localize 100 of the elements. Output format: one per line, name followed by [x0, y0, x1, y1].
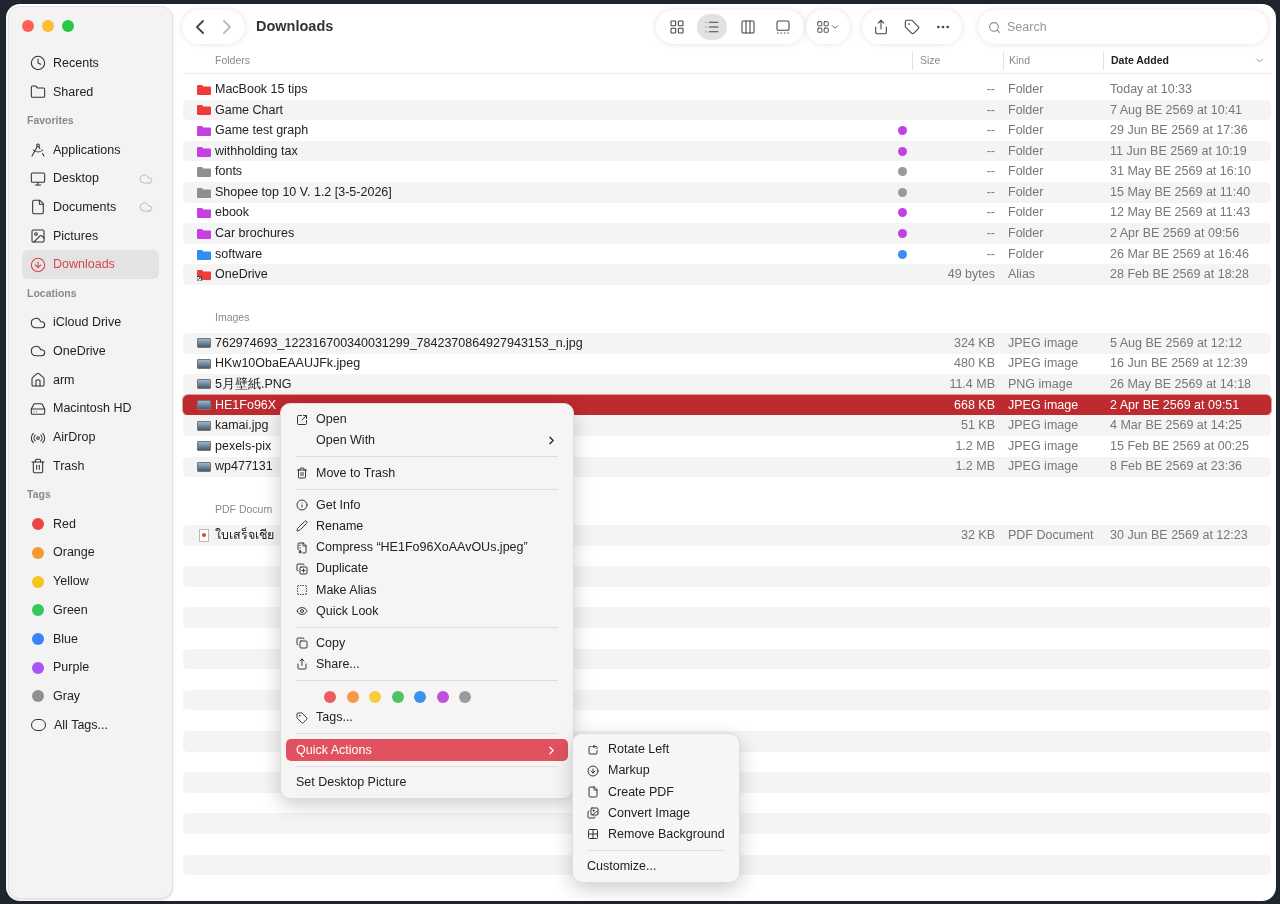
sidebar-item[interactable]: Purple	[22, 653, 159, 682]
file-row[interactable]: withholding tax -- Folder 11 Jun BE 2569 at 10:19	[183, 140, 1271, 162]
file-date: 28 Feb BE 2569 at 18:28	[1110, 267, 1249, 282]
file-row[interactable]: 5月壁紙.PNG 11.4 MB PNG image 26 May BE 2569 at 14:18	[183, 374, 1271, 395]
file-kind: JPEG image	[1008, 397, 1079, 412]
sidebar-item[interactable]: Blue	[22, 624, 159, 654]
file-name: pexels-pix	[215, 437, 272, 455]
sidebar-item[interactable]: Orange	[22, 538, 159, 568]
file-row[interactable]: Shopee top 10 V. 1.2 [3-5-2026] -- Folder 15 May BE 2569 at 11:40	[183, 181, 1271, 203]
menu-item[interactable]: Convert Image	[578, 802, 734, 824]
menu-item[interactable]: Quick Actions	[286, 739, 568, 761]
file-size: --	[986, 101, 995, 119]
file-kind: Folder	[1008, 123, 1044, 138]
section-label: PDF Docum	[215, 502, 273, 518]
sidebar-item[interactable]: Macintosh HD	[22, 394, 159, 424]
sidebar-item[interactable]: iCloud Drive	[22, 308, 159, 338]
file-size: 480 KB	[954, 355, 995, 373]
menu-item[interactable]: Tags...	[286, 707, 568, 729]
file-name: software	[215, 245, 263, 263]
sidebar-item[interactable]: Red	[22, 509, 159, 539]
file-kind: Folder	[1008, 164, 1044, 179]
file-date: 11 Jun BE 2569 at 10:19	[1110, 143, 1247, 158]
file-kind: PDF Document	[1008, 528, 1094, 542]
file-name: ใบเสร็จเชีย	[215, 526, 274, 544]
file-size: --	[986, 204, 995, 222]
file-name: MacBook 15 tips	[215, 80, 308, 98]
file-kind: Folder	[1008, 246, 1044, 261]
menu-item[interactable]: Quick Look	[286, 600, 568, 622]
sidebar-item[interactable]: Documents	[22, 193, 159, 222]
file-size: 1.2 MB	[955, 458, 995, 476]
file-kind: JPEG image	[1008, 335, 1079, 350]
file-kind: JPEG image	[1008, 459, 1079, 474]
file-date: 26 May BE 2569 at 14:18	[1110, 377, 1252, 392]
file-kind: Alias	[1008, 267, 1036, 282]
file-name: ebook	[215, 204, 250, 222]
sidebar-section-label: Tags	[27, 487, 51, 503]
file-row[interactable]: Car brochures -- Folder 2 Apr BE 2569 at 09:56	[183, 223, 1271, 244]
file-kind: Folder	[1008, 226, 1044, 241]
sidebar-item[interactable]: AirDrop	[22, 423, 159, 452]
menu-item[interactable]: Remove Background	[578, 823, 734, 845]
sidebar-item[interactable]: Gray	[22, 681, 159, 711]
file-kind: Folder	[1008, 205, 1044, 220]
file-size: --	[986, 225, 995, 243]
file-date: 2 Apr BE 2569 at 09:51	[1110, 397, 1240, 412]
column-header[interactable]: Kind	[1003, 51, 1103, 70]
file-row[interactable]: OneDrive 49 bytes Alias 28 Feb BE 2569 at 18:28	[183, 264, 1271, 285]
file-date: 8 Feb BE 2569 at 23:36	[1110, 459, 1243, 474]
file-row[interactable]: 762974693_122316700340031299_7842370864927943153_n.jpg 324 KB JPEG image 5 Aug BE 2569 at 12:12	[183, 332, 1271, 354]
sidebar-item[interactable]: OneDrive	[22, 337, 159, 366]
file-kind: Folder	[1008, 143, 1044, 158]
file-date: 7 Aug BE 2569 at 10:41	[1110, 102, 1243, 117]
file-size: --	[986, 183, 995, 201]
sidebar-section-label: Favorites	[27, 112, 74, 128]
menu-item[interactable]: Create PDF	[578, 781, 734, 803]
sidebar-item[interactable]: Trash	[22, 451, 159, 481]
file-kind: PNG image	[1008, 377, 1073, 392]
sidebar-item[interactable]: All Tags...	[22, 710, 159, 740]
sidebar-item[interactable]: Shared	[22, 77, 159, 107]
menu-item[interactable]: Markup	[578, 760, 734, 782]
column-header[interactable]: Size	[912, 51, 1003, 70]
file-size: 324 KB	[954, 334, 995, 352]
window-title: Downloads	[256, 17, 334, 37]
sidebar-item[interactable]: Pictures	[22, 221, 159, 251]
sidebar-item[interactable]: Yellow	[22, 567, 159, 596]
sidebar-item[interactable]: arm	[22, 365, 159, 395]
column-header[interactable]: Date Added	[1103, 51, 1271, 70]
file-name: withholding tax	[215, 142, 298, 160]
file-size: --	[986, 245, 995, 263]
file-name: Game Chart	[215, 101, 284, 119]
sidebar-item[interactable]: Desktop	[22, 164, 159, 194]
menu-item[interactable]: Rotate Left	[578, 739, 734, 761]
file-date: 31 May BE 2569 at 16:10	[1110, 164, 1252, 179]
file-size: 49 bytes	[947, 266, 995, 284]
menu-item[interactable]: Duplicate	[286, 558, 568, 580]
menu-item[interactable]: Customize...	[578, 855, 734, 878]
file-name: HE1Fo96X	[215, 396, 277, 414]
sidebar-section-label: Locations	[27, 285, 77, 301]
menu-item[interactable]: Get Info	[286, 494, 568, 516]
file-name: Car brochures	[215, 225, 295, 243]
file-name: Game test graph	[215, 122, 309, 140]
menu-item[interactable]: Make Alias	[286, 579, 568, 601]
file-kind: Folder	[1008, 184, 1044, 199]
file-name: HKw10ObaEAAUJFk.jpeg	[215, 355, 361, 373]
sidebar-item[interactable]: Recents	[22, 49, 159, 78]
section-label: Folders	[215, 53, 250, 66]
file-kind: Folder	[1008, 81, 1044, 96]
sidebar-item[interactable]: Applications	[22, 135, 159, 165]
file-size: 1.2 MB	[955, 437, 995, 455]
search-field[interactable]: Search	[1007, 17, 1268, 37]
file-date: 16 Jun BE 2569 at 12:39	[1110, 356, 1248, 371]
menu-item[interactable]: Copy	[286, 632, 568, 654]
menu-item[interactable]: Share...	[286, 653, 568, 676]
file-name: Shopee top 10 V. 1.2 [3-5-2026]	[215, 183, 392, 201]
file-row[interactable]: Game Chart -- Folder 7 Aug BE 2569 at 10:41	[183, 99, 1271, 121]
file-date: 29 Jun BE 2569 at 17:36	[1110, 123, 1248, 138]
file-kind: JPEG image	[1008, 418, 1079, 433]
file-date: 4 Mar BE 2569 at 14:25	[1110, 418, 1243, 433]
file-size: --	[986, 80, 995, 98]
sidebar-item[interactable]: Green	[22, 595, 159, 625]
section-label: Images	[215, 310, 250, 326]
